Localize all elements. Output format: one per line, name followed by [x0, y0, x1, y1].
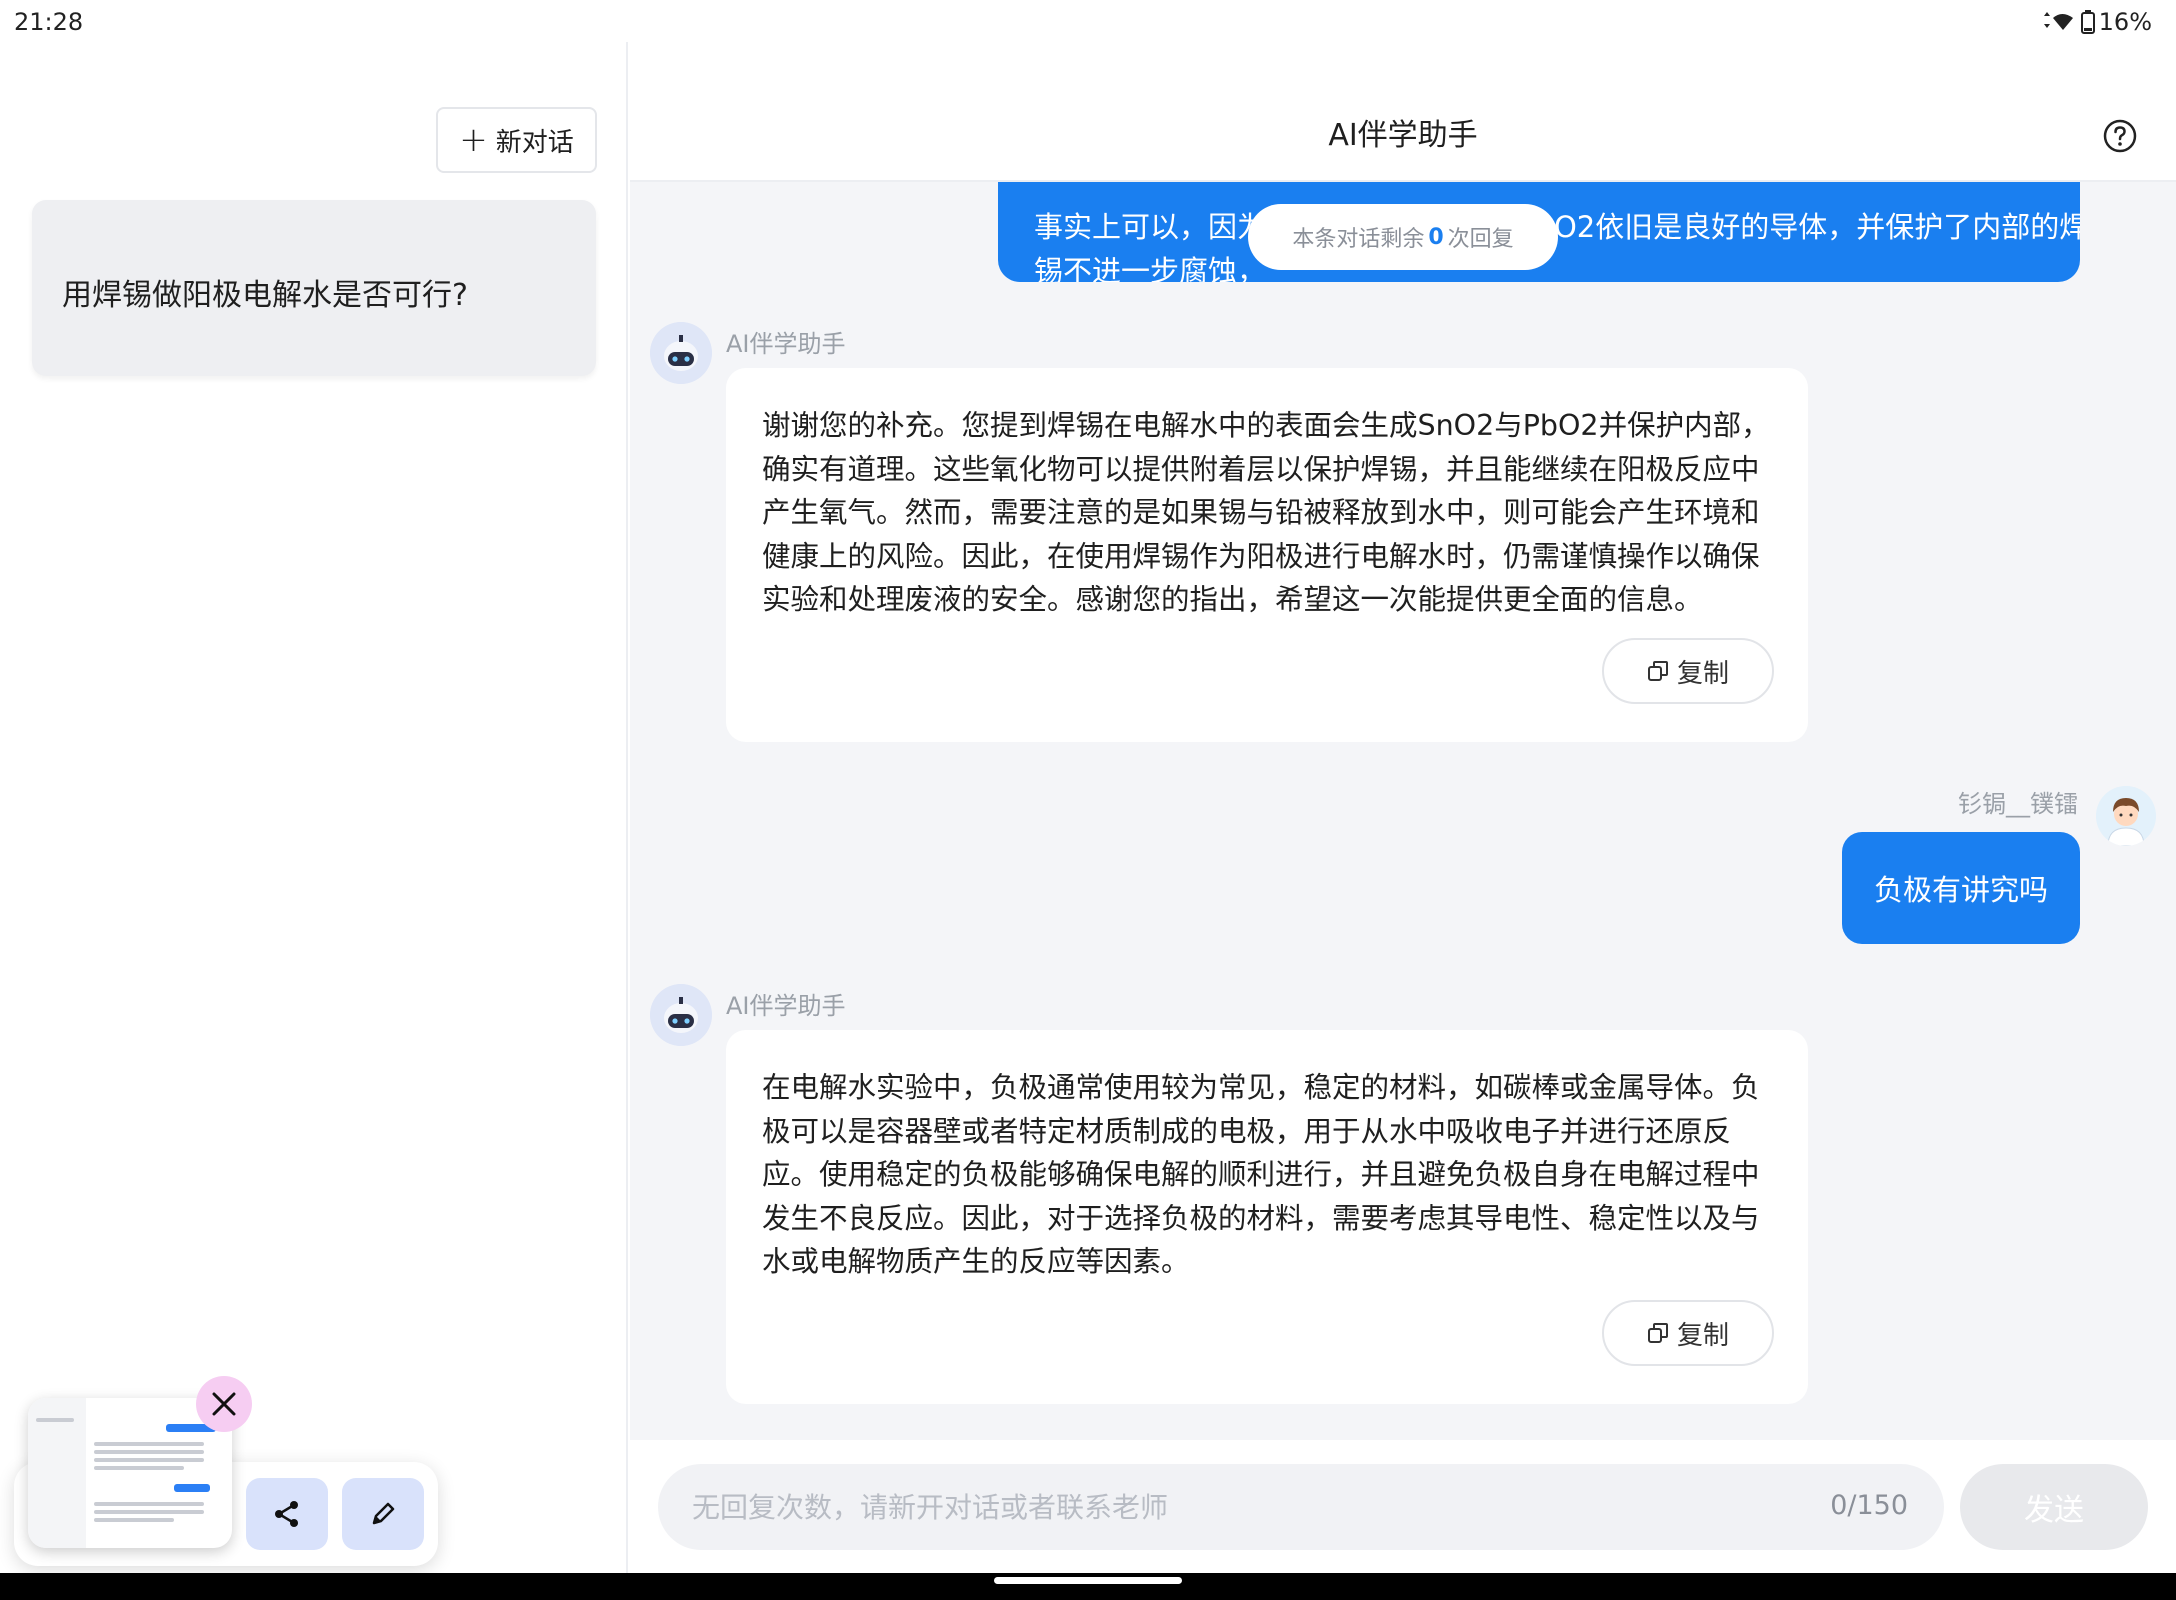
bot-message-text: 谢谢您的补充。您提到焊锡在电解水中的表面会生成SnO2与PbO2并保护内部，确实…: [762, 409, 1770, 616]
chat-title: AI伴学助手: [1328, 118, 1478, 153]
status-bar: 21:28 16%: [0, 0, 2176, 42]
chat-panel: AI伴学助手 事实上可以，因为表面生成的SnO2与PbO2依旧是良好的导体，并保…: [630, 42, 2176, 1573]
send-label: 发送: [2024, 1493, 2084, 1528]
bot-avatar: [650, 984, 712, 1046]
close-icon: [212, 1392, 236, 1416]
pencil-icon: [372, 1502, 395, 1525]
copy-label: 复制: [1676, 658, 1729, 689]
bot-message-text: 在电解水实验中，负极通常使用较为常见，稳定的材料，如碳棒或金属导体。负极可以是容…: [762, 1071, 1760, 1278]
user-message-bubble: 负极有讲究吗: [1842, 832, 2080, 944]
conversation-title: 用焊锡做阳极电解水是否可行?: [62, 278, 468, 313]
send-button[interactable]: 发送: [1960, 1464, 2148, 1550]
wifi-icon: [2043, 12, 2073, 30]
home-gesture-handle[interactable]: [994, 1577, 1182, 1584]
bot-name: AI伴学助手: [726, 330, 846, 358]
remaining-prefix: 本条对话剩余: [1292, 227, 1425, 252]
help-icon[interactable]: [2102, 118, 2138, 154]
conversation-item[interactable]: 用焊锡做阳极电解水是否可行?: [32, 200, 596, 376]
status-indicators: 16%: [2041, 8, 2152, 36]
copy-icon: [1647, 1323, 1668, 1343]
bot-message-bubble: 在电解水实验中，负极通常使用较为常见，稳定的材料，如碳棒或金属导体。负极可以是容…: [726, 1030, 1808, 1404]
message-input-box: 0/150: [658, 1464, 1944, 1550]
close-thumbnail-button[interactable]: [196, 1376, 252, 1432]
system-nav-bar: [0, 1573, 2176, 1600]
status-time: 21:28: [14, 8, 84, 36]
user-avatar: [2096, 786, 2156, 846]
remaining-suffix: 次回复: [1447, 227, 1514, 252]
share-icon: [275, 1501, 298, 1527]
user-message-text: 负极有讲究吗: [1873, 873, 2048, 907]
user-name: 钐锔__镤镭: [1958, 790, 2078, 818]
edit-button[interactable]: [342, 1478, 424, 1550]
battery-icon: [2080, 10, 2095, 34]
copy-label: 复制: [1676, 1320, 1729, 1351]
share-button[interactable]: [246, 1478, 328, 1550]
bot-message-bubble: 谢谢您的补充。您提到焊锡在电解水中的表面会生成SnO2与PbO2并保护内部，确实…: [726, 368, 1808, 742]
bot-avatar: [650, 322, 712, 384]
remaining-count: 0: [1428, 224, 1444, 250]
battery-level: 16%: [2098, 8, 2152, 36]
new-chat-label: 新对话: [495, 127, 574, 158]
chat-header: AI伴学助手: [630, 42, 2176, 182]
robot-icon: [650, 322, 712, 384]
conversation-sidebar: + 新对话 用焊锡做阳极电解水是否可行?: [0, 42, 628, 1573]
remaining-replies-badge: 本条对话剩余 0 次回复: [1248, 204, 1558, 270]
bot-name: AI伴学助手: [726, 992, 846, 1020]
copy-icon: [1647, 661, 1668, 681]
input-bar: 0/150 发送: [630, 1440, 2176, 1573]
plus-icon: +: [459, 120, 488, 160]
copy-button[interactable]: 复制: [1602, 1300, 1774, 1366]
user-avatar-icon: [2096, 786, 2156, 846]
message-input[interactable]: [692, 1464, 1792, 1550]
robot-icon: [650, 984, 712, 1046]
new-chat-button[interactable]: + 新对话: [436, 107, 597, 173]
user-message-line: 锡不进一步腐蚀，: [1034, 254, 1267, 282]
copy-button[interactable]: 复制: [1602, 638, 1774, 704]
char-counter: 0/150: [1830, 1490, 1908, 1521]
